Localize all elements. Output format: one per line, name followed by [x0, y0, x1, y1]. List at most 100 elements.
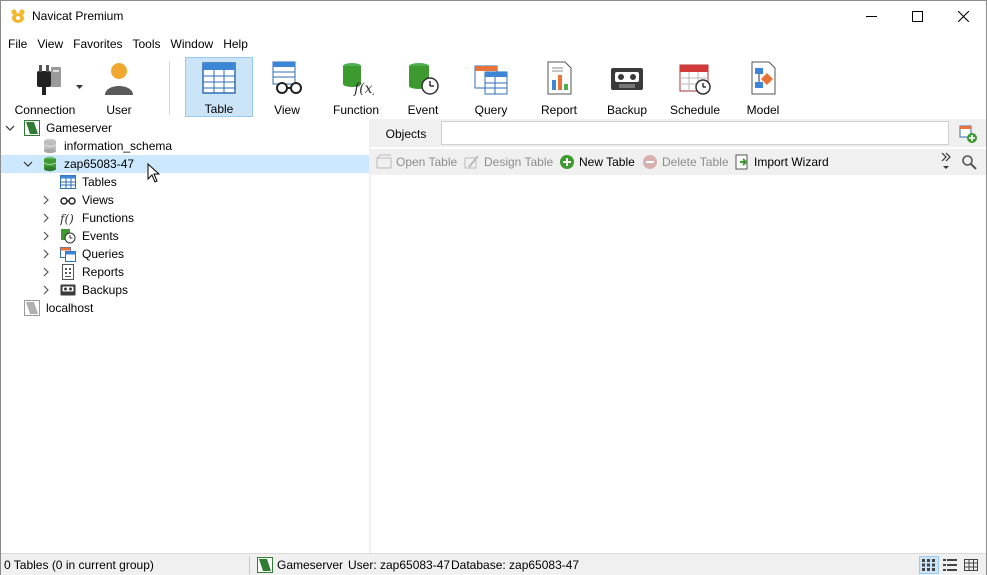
tab-area [441, 121, 949, 145]
detail-view-button[interactable] [961, 556, 981, 574]
chevron-right-icon[interactable] [41, 249, 51, 259]
tree-connection-localhost[interactable]: localhost [1, 299, 369, 317]
status-separator [249, 556, 250, 574]
new-table-button[interactable]: New Table [559, 153, 635, 171]
tab-objects[interactable]: Objects [371, 121, 441, 147]
mysql-connection-icon [24, 120, 40, 136]
schedule-label: Schedule [669, 103, 721, 117]
mysql-connection-icon [257, 557, 273, 573]
tree-db-information-schema[interactable]: information_schema [1, 137, 369, 155]
window-title: Navicat Premium [32, 9, 124, 23]
search-icon[interactable] [961, 154, 977, 170]
query-button[interactable]: Query [465, 57, 517, 117]
backup-button[interactable]: Backup [601, 57, 653, 117]
menu-tools[interactable]: Tools [128, 34, 166, 54]
tree-label: zap65083-47 [64, 157, 135, 171]
delete-icon [643, 155, 657, 169]
backup-tape-icon [607, 59, 647, 97]
more-options-icon[interactable] [941, 151, 951, 171]
open-table-icon [376, 154, 392, 169]
user-icon [99, 59, 139, 97]
model-button[interactable]: Model [737, 57, 789, 117]
detail-view-icon [964, 559, 978, 571]
tree-label: Events [82, 229, 119, 243]
menu-view[interactable]: View [32, 34, 68, 54]
open-table-button[interactable]: Open Table [376, 153, 457, 171]
tab-strip: Objects [371, 119, 986, 147]
chevron-right-icon[interactable] [41, 195, 51, 205]
function-icon: f() [60, 212, 74, 226]
open-table-label: Open Table [396, 155, 458, 169]
status-database: Database: zap65083-47 [451, 558, 580, 572]
chevron-right-icon[interactable] [41, 267, 51, 277]
add-icon [560, 155, 574, 169]
import-wizard-button[interactable]: Import Wizard [734, 153, 829, 171]
tree-item-queries[interactable]: Queries [1, 245, 369, 263]
tree-connection-gameserver[interactable]: Gameserver [1, 119, 369, 137]
tree-item-views[interactable]: Views [1, 191, 369, 209]
schedule-button[interactable]: Schedule [667, 57, 723, 117]
navicat-window: Navicat Premium File View Favorites Tool… [0, 0, 987, 575]
tree-label: Views [82, 193, 114, 207]
report-button[interactable]: Report [533, 57, 585, 117]
table-icon [60, 175, 76, 189]
menu-favorites[interactable]: Favorites [68, 34, 127, 54]
tree-db-selected[interactable]: zap65083-47 [1, 155, 369, 173]
table-button[interactable]: Table [185, 57, 253, 117]
user-button[interactable]: User [93, 57, 145, 117]
model-icon [743, 59, 783, 97]
status-object-count: 0 Tables (0 in current group) [4, 558, 154, 572]
function-button[interactable]: f(x) Function [327, 57, 385, 117]
chevron-right-icon[interactable] [41, 213, 51, 223]
objects-list[interactable] [371, 175, 986, 553]
tree-label: Reports [82, 265, 125, 279]
expand-icon[interactable] [5, 123, 15, 133]
minimize-icon [865, 16, 877, 17]
tree-item-reports[interactable]: Reports [1, 263, 369, 281]
maximize-button[interactable] [894, 1, 940, 32]
mysql-connection-gray-icon [24, 300, 40, 316]
new-tab-icon[interactable] [959, 125, 977, 143]
status-user: User: zap65083-47 [348, 558, 451, 572]
tree-item-events[interactable]: Events [1, 227, 369, 245]
tree-label: Gameserver [46, 121, 113, 135]
expand-icon[interactable] [23, 159, 33, 169]
tree-label: Queries [82, 247, 125, 261]
chevron-right-icon[interactable] [41, 285, 51, 295]
tree-item-tables[interactable]: Tables [1, 173, 369, 191]
chevron-right-icon[interactable] [41, 231, 51, 241]
view-label: View [274, 103, 300, 117]
tree-label: Backups [82, 283, 129, 297]
function-label: Function [332, 103, 380, 117]
connection-label: Connection [14, 103, 76, 117]
event-button[interactable]: Event [397, 57, 449, 117]
close-button[interactable] [940, 1, 986, 32]
maximize-icon [911, 11, 923, 22]
event-clock-icon [403, 59, 443, 97]
tree-item-backups[interactable]: Backups [1, 281, 369, 299]
objects-pane: Objects Open Table Design Table New Tabl… [371, 119, 986, 553]
tree-label: Functions [82, 211, 135, 225]
menu-help[interactable]: Help [218, 34, 253, 54]
delete-table-button[interactable]: Delete Table [642, 153, 729, 171]
tree-item-functions[interactable]: f() Functions [1, 209, 369, 227]
schedule-calendar-icon [675, 59, 715, 97]
table-label: Table [204, 102, 234, 116]
query-label: Query [474, 103, 508, 117]
design-table-button[interactable]: Design Table [464, 153, 553, 171]
menu-file[interactable]: File [3, 34, 32, 54]
report-icon [62, 264, 74, 280]
connection-button[interactable]: Connection [5, 57, 85, 117]
model-label: Model [746, 103, 780, 117]
chevron-down-icon[interactable] [76, 85, 83, 90]
event-label: Event [407, 103, 439, 117]
grid-view-button[interactable] [919, 556, 939, 574]
view-button[interactable]: View [261, 57, 313, 117]
query-icon [471, 59, 511, 97]
minimize-button[interactable] [848, 1, 894, 32]
table-icon [199, 60, 239, 96]
menu-window[interactable]: Window [166, 34, 219, 54]
tab-objects-label: Objects [385, 127, 427, 141]
list-view-button[interactable] [940, 556, 960, 574]
menu-bar: File View Favorites Tools Window Help [1, 34, 986, 54]
